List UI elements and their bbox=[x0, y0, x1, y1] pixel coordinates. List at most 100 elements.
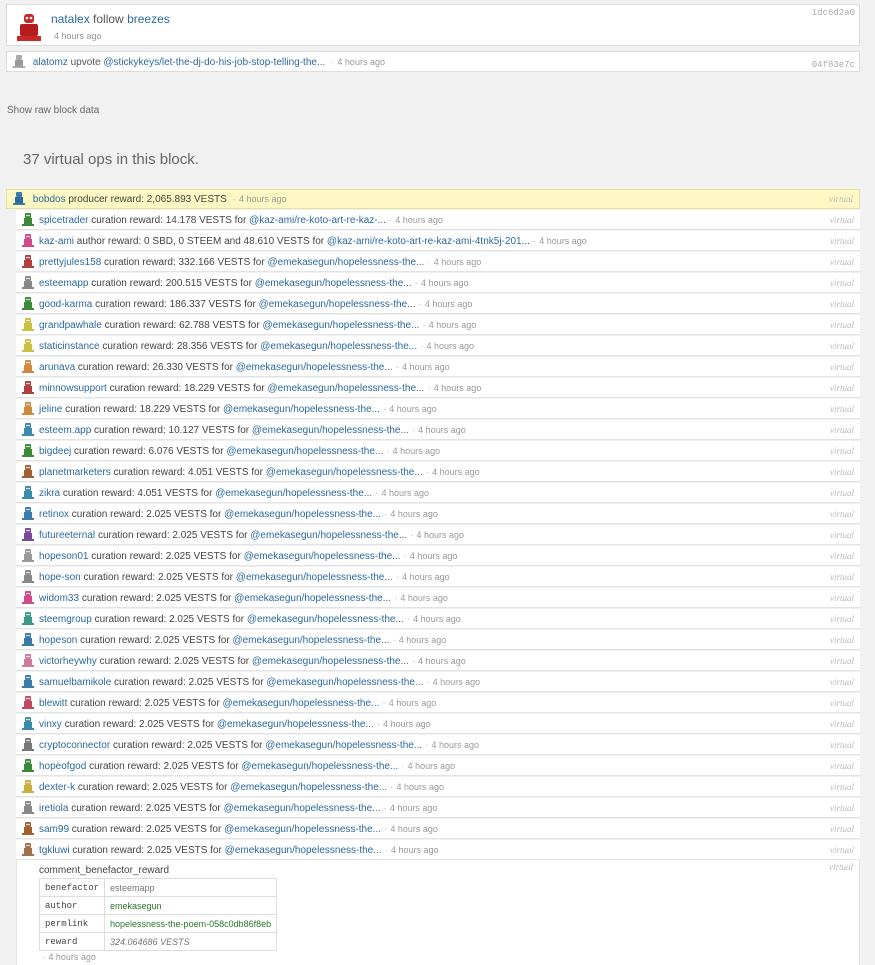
user-link[interactable]: samuelbamikole bbox=[39, 677, 111, 688]
permlink-link[interactable]: @emekasegun/hopelessness-the... bbox=[234, 593, 391, 604]
user-link[interactable]: sam99 bbox=[39, 824, 69, 835]
user-avatar-icon[interactable] bbox=[22, 633, 34, 646]
user-avatar-icon[interactable] bbox=[22, 255, 34, 268]
permlink-link[interactable]: @emekasegun/hopelessness-the... bbox=[236, 572, 393, 583]
permlink-link[interactable]: @emekasegun/hopelessness-the... bbox=[262, 320, 419, 331]
user-avatar-icon[interactable] bbox=[22, 465, 34, 478]
user-link[interactable]: natalex bbox=[51, 12, 90, 26]
user-avatar-icon[interactable] bbox=[22, 654, 34, 667]
user-link[interactable]: retinox bbox=[39, 509, 69, 520]
permlink-link[interactable]: @emekasegun/hopelessness-the... bbox=[267, 257, 424, 268]
user-link[interactable]: hope-son bbox=[39, 572, 81, 583]
user-avatar-icon[interactable] bbox=[22, 444, 34, 457]
permlink-link[interactable]: @emekasegun/hopelessness-the... bbox=[247, 614, 404, 625]
user-link[interactable]: cryptoconnector bbox=[39, 740, 110, 751]
user-link[interactable]: iretiola bbox=[39, 803, 68, 814]
permlink-link[interactable]: @emekasegun/hopelessness-the... bbox=[266, 467, 423, 478]
user-avatar-icon[interactable] bbox=[22, 570, 34, 583]
user-avatar-icon[interactable] bbox=[22, 675, 34, 688]
user-avatar-icon[interactable] bbox=[22, 507, 34, 520]
user-avatar-icon[interactable] bbox=[13, 55, 25, 68]
user-link[interactable]: grandpawhale bbox=[39, 320, 102, 331]
user-avatar-icon[interactable] bbox=[22, 297, 34, 310]
permlink-link[interactable]: @emekasegun/hopelessness-the... bbox=[224, 824, 381, 835]
permlink-link[interactable]: @emekasegun/hopelessness-the... bbox=[259, 299, 416, 310]
op-hash[interactable]: 1dc6d2a0 bbox=[812, 8, 855, 18]
permlink-link[interactable]: @emekasegun/hopelessness-the... bbox=[226, 446, 383, 457]
user-avatar-icon[interactable] bbox=[22, 801, 34, 814]
permlink-link[interactable]: @emekasegun/hopelessness-the... bbox=[215, 488, 372, 499]
user-avatar-icon[interactable] bbox=[22, 717, 34, 730]
user-link[interactable]: spicetrader bbox=[39, 215, 88, 226]
avatar[interactable] bbox=[15, 12, 43, 42]
user-link[interactable]: hopeofgod bbox=[39, 761, 86, 772]
user-link[interactable]: dexter-k bbox=[39, 782, 75, 793]
permlink-link[interactable]: @emekasegun/hopelessness-the... bbox=[250, 530, 407, 541]
user-avatar-icon[interactable] bbox=[22, 591, 34, 604]
user-avatar-icon[interactable] bbox=[22, 402, 34, 415]
user-link[interactable]: good-karma bbox=[39, 299, 92, 310]
user-link[interactable]: bobdos bbox=[33, 194, 66, 205]
permlink-link[interactable]: @emekasegun/hopelessness-the... bbox=[225, 845, 382, 856]
user-avatar-icon[interactable] bbox=[22, 423, 34, 436]
target-link[interactable]: breezes bbox=[127, 12, 170, 26]
permlink-link[interactable]: @emekasegun/hopelessness-the... bbox=[232, 635, 389, 646]
permlink-link[interactable]: @emekasegun/hopelessness-the... bbox=[241, 761, 398, 772]
permlink-link[interactable]: @emekasegun/hopelessness-the... bbox=[223, 404, 380, 415]
user-avatar-icon[interactable] bbox=[22, 339, 34, 352]
target-link[interactable]: @stickykeys/let-the-dj-do-his-job-stop-t… bbox=[103, 57, 325, 68]
permlink-link[interactable]: @emekasegun/hopelessness-the... bbox=[260, 341, 417, 352]
user-avatar-icon[interactable] bbox=[22, 780, 34, 793]
user-link[interactable]: victorheywhy bbox=[39, 656, 97, 667]
user-avatar-icon[interactable] bbox=[22, 696, 34, 709]
user-avatar-icon[interactable] bbox=[22, 612, 34, 625]
user-link[interactable]: esteemapp bbox=[39, 278, 88, 289]
user-link[interactable]: esteem.app bbox=[39, 425, 91, 436]
user-link[interactable]: alatomz bbox=[33, 57, 68, 68]
permlink-link[interactable]: @emekasegun/hopelessness-the... bbox=[266, 677, 423, 688]
user-avatar-icon[interactable] bbox=[22, 822, 34, 835]
user-link[interactable]: widom33 bbox=[39, 593, 79, 604]
user-link[interactable]: tgkluwi bbox=[39, 845, 70, 856]
user-avatar-icon[interactable] bbox=[22, 738, 34, 751]
permlink-link[interactable]: @kaz-ami/re-koto-art-re-kaz-... bbox=[249, 215, 386, 226]
permlink-link[interactable]: @emekasegun/hopelessness-the... bbox=[265, 740, 422, 751]
user-avatar-icon[interactable] bbox=[22, 318, 34, 331]
permlink-link[interactable]: @emekasegun/hopelessness-the... bbox=[252, 656, 409, 667]
user-link[interactable]: hopeson01 bbox=[39, 551, 89, 562]
user-avatar-icon[interactable] bbox=[13, 192, 25, 205]
user-link[interactable]: vinxy bbox=[39, 719, 62, 730]
user-link[interactable]: steemgroup bbox=[39, 614, 92, 625]
user-link[interactable]: zikra bbox=[39, 488, 60, 499]
show-raw-block-link[interactable]: Show raw block data bbox=[7, 105, 99, 116]
user-link[interactable]: hopeson bbox=[39, 635, 77, 646]
user-link[interactable]: blewitt bbox=[39, 698, 67, 709]
permlink-link[interactable]: @emekasegun/hopelessness-the... bbox=[222, 698, 379, 709]
user-link[interactable]: arunava bbox=[39, 362, 75, 373]
user-avatar-icon[interactable] bbox=[22, 360, 34, 373]
user-avatar-icon[interactable] bbox=[22, 843, 34, 856]
user-link[interactable]: prettyjules158 bbox=[39, 257, 101, 268]
permlink-link[interactable]: @emekasegun/hopelessness-the... bbox=[252, 425, 409, 436]
user-link[interactable]: bigdeej bbox=[39, 446, 71, 457]
user-avatar-icon[interactable] bbox=[22, 381, 34, 394]
user-avatar-icon[interactable] bbox=[22, 234, 34, 247]
permlink-link[interactable]: @emekasegun/hopelessness-the... bbox=[230, 782, 387, 793]
user-link[interactable]: staticinstance bbox=[39, 341, 100, 352]
permlink-link[interactable]: @emekasegun/hopelessness-the... bbox=[236, 362, 393, 373]
user-avatar-icon[interactable] bbox=[22, 213, 34, 226]
user-link[interactable]: futureeternal bbox=[39, 530, 95, 541]
user-avatar-icon[interactable] bbox=[22, 276, 34, 289]
permlink-link[interactable]: @kaz-ami/re-koto-art-re-kaz-ami-4tnk5j-2… bbox=[327, 236, 530, 247]
user-avatar-icon[interactable] bbox=[22, 486, 34, 499]
permlink-link[interactable]: @emekasegun/hopelessness-the... bbox=[255, 278, 412, 289]
user-avatar-icon[interactable] bbox=[22, 759, 34, 772]
op-hash[interactable]: 04f83e7c bbox=[812, 55, 855, 75]
permlink-link[interactable]: @emekasegun/hopelessness-the... bbox=[244, 551, 401, 562]
user-link[interactable]: jeline bbox=[39, 404, 62, 415]
permlink-link[interactable]: @emekasegun/hopelessness-the... bbox=[217, 719, 374, 730]
user-link[interactable]: planetmarketers bbox=[39, 467, 111, 478]
user-link[interactable]: minnowsupport bbox=[39, 383, 107, 394]
user-link[interactable]: kaz-ami bbox=[39, 236, 74, 247]
permlink-link[interactable]: @emekasegun/hopelessness-the... bbox=[224, 509, 381, 520]
